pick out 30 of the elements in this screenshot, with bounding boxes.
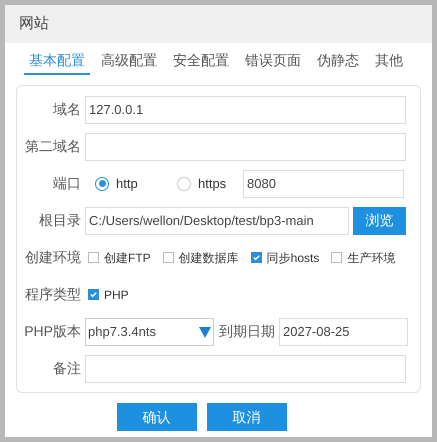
tab[interactable]: 其他 — [370, 47, 408, 75]
field-label: 第二域名 — [25, 138, 81, 154]
dropdown-caret-icon — [199, 326, 211, 338]
field-label: 程序类型 — [25, 286, 81, 302]
field-label: 根目录 — [39, 212, 81, 228]
checkbox-option[interactable]: 同步hosts — [250, 248, 320, 266]
field-label: 域名 — [53, 100, 81, 116]
field-label: 端口 — [53, 174, 81, 190]
tab[interactable]: 错误页面 — [240, 47, 306, 75]
field-label: 备注 — [53, 360, 81, 376]
checkbox-option[interactable]: PHP — [88, 286, 129, 304]
checkbox-option[interactable]: 创建数据库 — [162, 248, 239, 266]
field-label: 到期日期 — [219, 322, 275, 341]
radio-option[interactable]: https — [167, 174, 245, 194]
text-field[interactable] — [85, 354, 406, 382]
tab[interactable]: 高级配置 — [96, 47, 162, 75]
checkbox-option[interactable]: 生产环境 — [331, 248, 396, 266]
text-field[interactable]: 127.0.0.1 — [85, 96, 406, 124]
port-field[interactable]: 8080 — [243, 170, 404, 198]
tab[interactable]: 安全配置 — [168, 47, 234, 75]
field-label: PHP版本 — [24, 322, 81, 338]
window-title: 网站 — [19, 14, 49, 34]
radio-option[interactable]: http — [85, 174, 163, 194]
tab[interactable]: 伪静态 — [312, 47, 364, 75]
text-field[interactable] — [85, 132, 406, 160]
checkbox-option[interactable]: 创建FTP — [88, 248, 151, 266]
field-label: 创建环境 — [25, 248, 81, 264]
date-field[interactable]: 2027-08-25 — [279, 318, 408, 346]
path-field[interactable]: C:/Users/wellon/Desktop/test/bp3-main — [85, 206, 349, 234]
version-select[interactable]: php7.3.4nts — [85, 318, 214, 346]
